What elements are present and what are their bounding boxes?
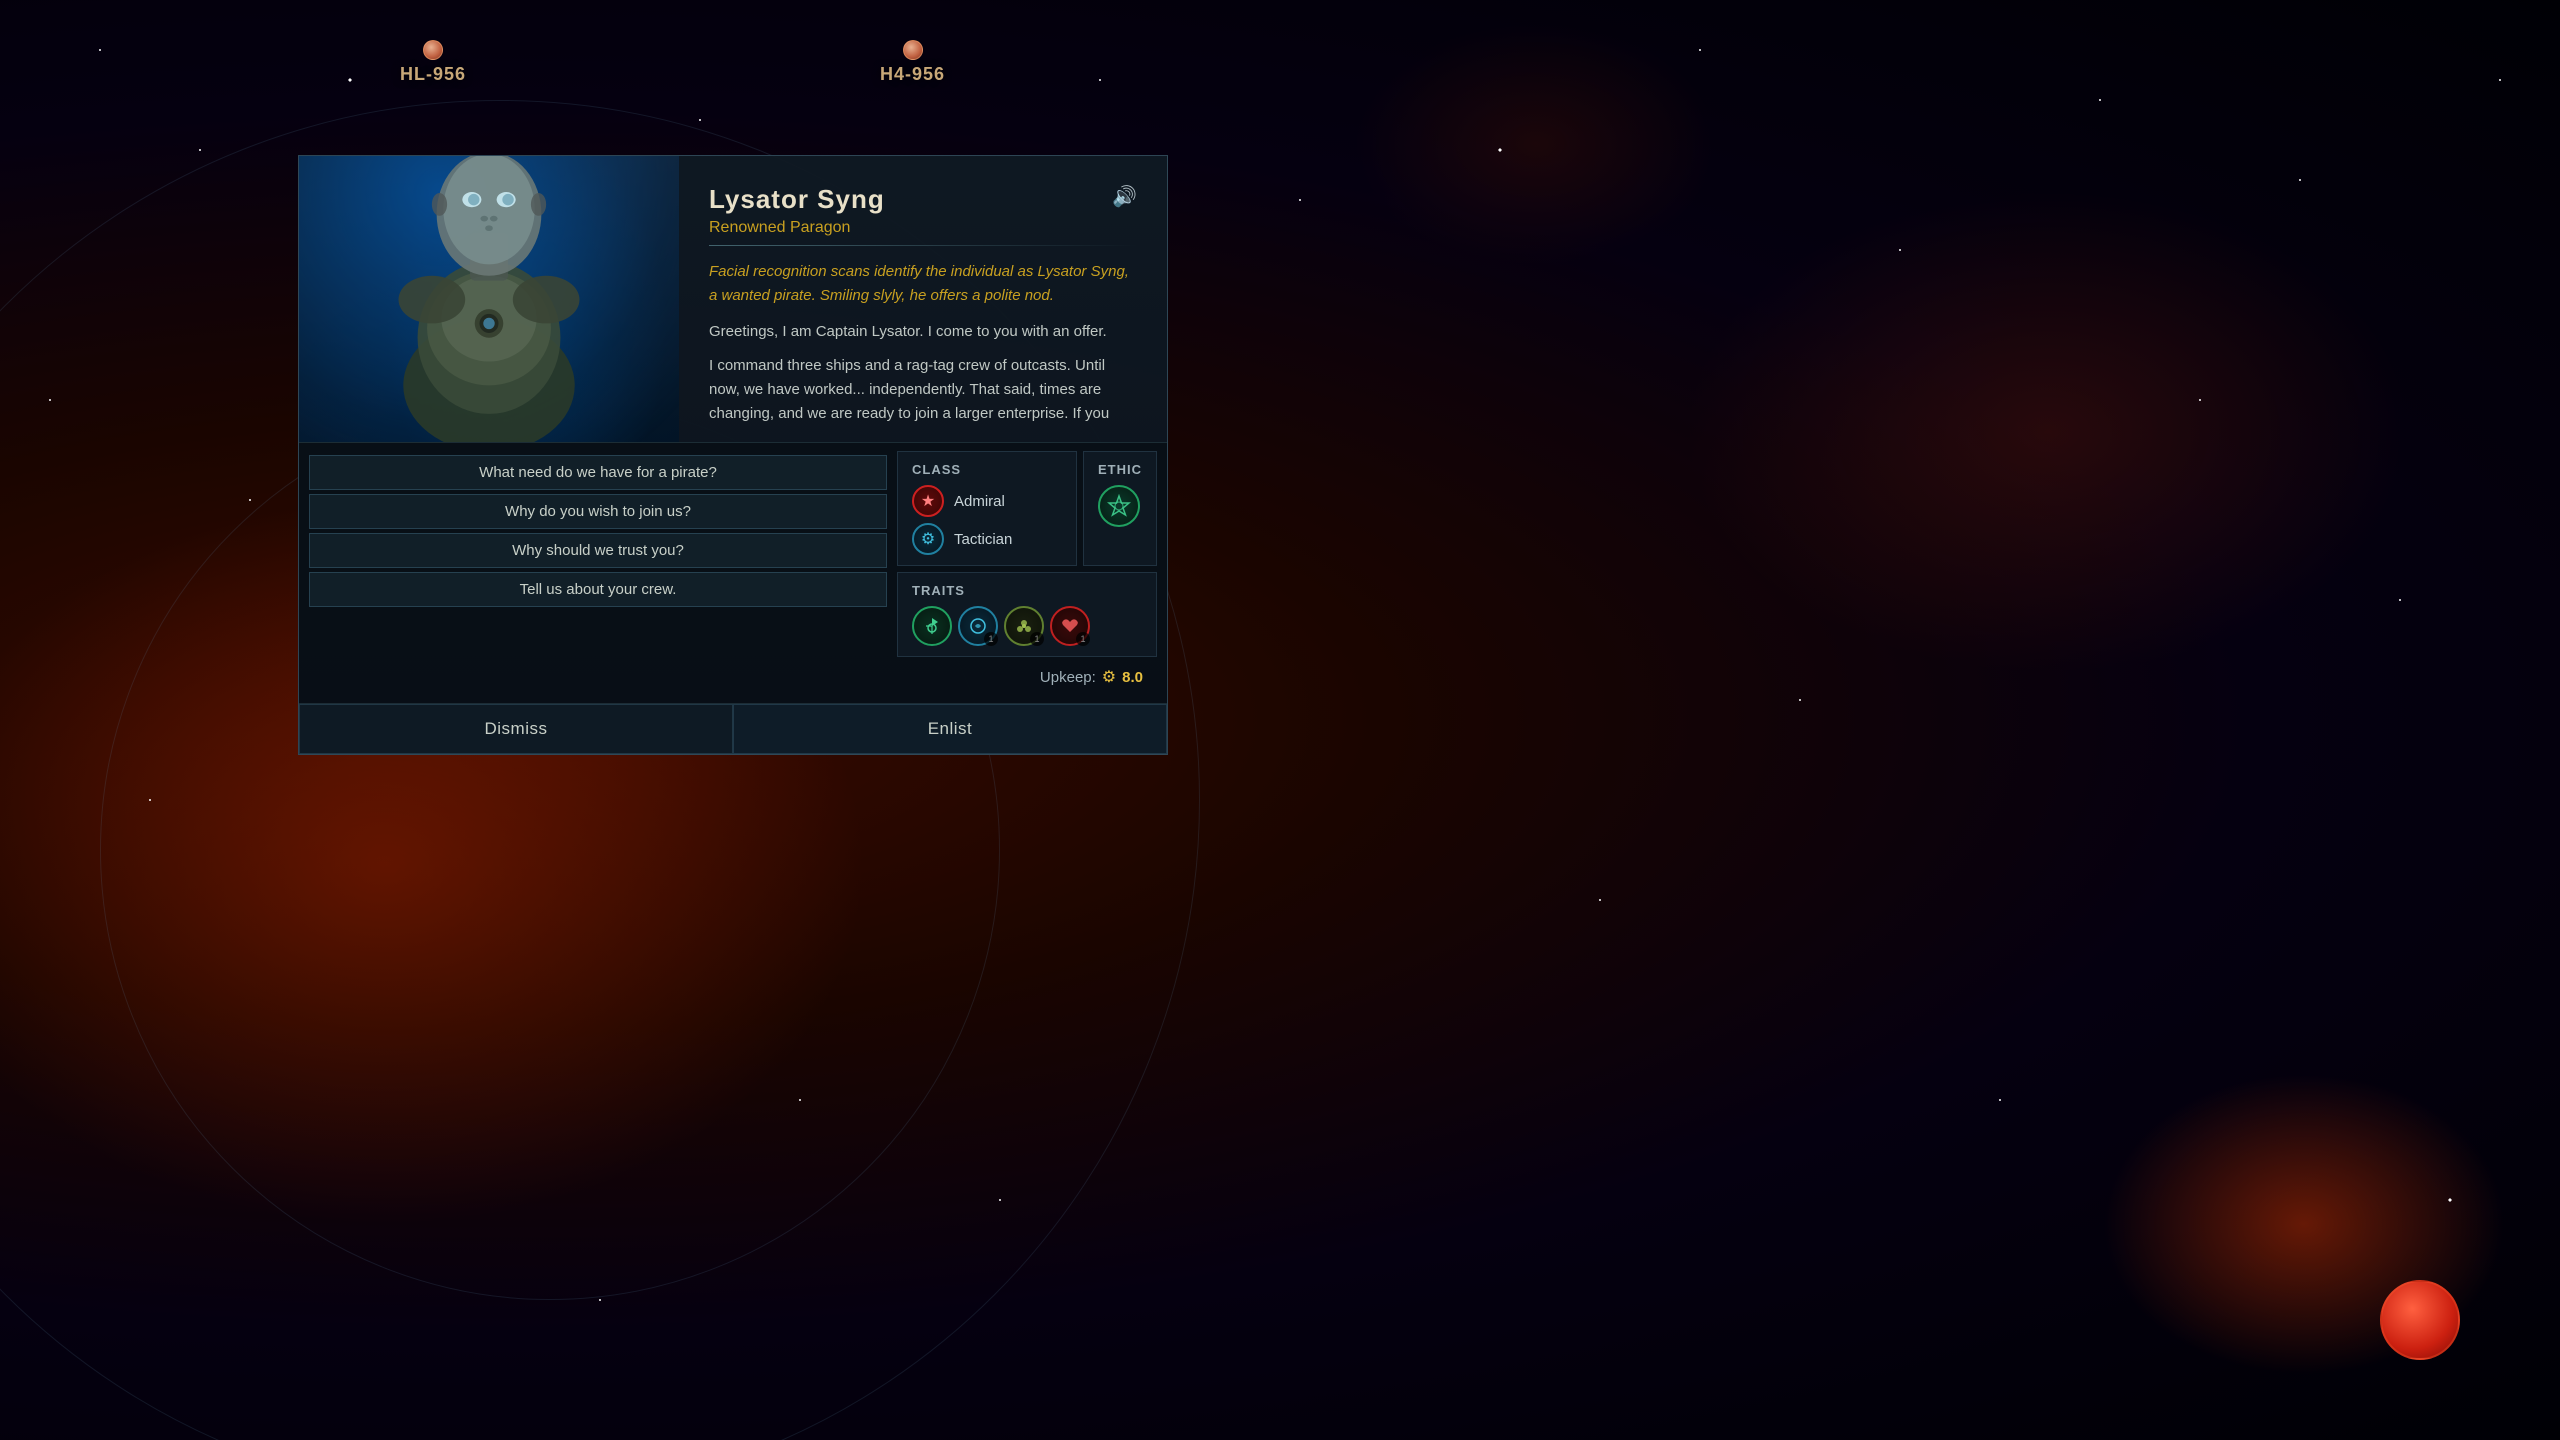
- trait-icon-4: 1: [1050, 606, 1090, 646]
- planet-marker-hl956[interactable]: HL-956: [400, 40, 466, 85]
- right-panel: Class ★ Admiral ⚙ Tactician: [897, 451, 1157, 695]
- content-area: 🔊 Lysator Syng Renowned Paragon Facial r…: [679, 156, 1167, 442]
- ethic-section-title: Ethic: [1098, 462, 1142, 477]
- choices-and-info: What need do we have for a pirate? Why d…: [299, 443, 1167, 703]
- character-name: Lysator Syng: [709, 184, 1137, 215]
- sound-button[interactable]: 🔊: [1112, 184, 1137, 209]
- choices-empty: [309, 611, 887, 671]
- character-dialog: 🔊 Lysator Syng Renowned Paragon Facial r…: [298, 155, 1168, 755]
- character-portrait-svg: [329, 156, 649, 442]
- planet-dot-hl956: [423, 40, 443, 60]
- portrait-area: [299, 156, 679, 442]
- trait-num-2: 1: [984, 632, 998, 646]
- trait-num-4: 1: [1076, 632, 1090, 646]
- class-ethic-panels: Class ★ Admiral ⚙ Tactician: [897, 451, 1157, 566]
- tactician-icon: ⚙: [912, 523, 944, 555]
- admiral-icon: ★: [912, 485, 944, 517]
- class-section-title: Class: [912, 462, 1062, 477]
- enlist-button[interactable]: Enlist: [733, 704, 1167, 754]
- dialogue-highlight: Facial recognition scans identify the in…: [709, 260, 1137, 308]
- choice-button-2[interactable]: Why do you wish to join us?: [309, 494, 887, 529]
- trait-icon-1: [912, 606, 952, 646]
- traits-section: Traits: [897, 572, 1157, 657]
- dialogue-line2: I command three ships and a rag-tag crew…: [709, 354, 1137, 422]
- ethic-icon: [1098, 485, 1140, 527]
- dialog-footer: Dismiss Enlist: [299, 703, 1167, 754]
- class-section: Class ★ Admiral ⚙ Tactician: [897, 451, 1077, 566]
- admiral-label: Admiral: [954, 493, 1005, 510]
- upkeep-value: 8.0: [1122, 669, 1143, 686]
- planet-marker-h4956[interactable]: H4-956: [880, 40, 945, 85]
- dialog-top: 🔊 Lysator Syng Renowned Paragon Facial r…: [299, 156, 1167, 442]
- choice-button-1[interactable]: What need do we have for a pirate?: [309, 455, 887, 490]
- dialogue-text: Facial recognition scans identify the in…: [709, 260, 1137, 422]
- trait-icon-2: 1: [958, 606, 998, 646]
- choice-button-3[interactable]: Why should we trust you?: [309, 533, 887, 568]
- trait-icon-3: 1: [1004, 606, 1044, 646]
- character-title: Renowned Paragon: [709, 219, 1137, 237]
- dialogue-line1: Greetings, I am Captain Lysator. I come …: [709, 320, 1137, 344]
- choices-area: What need do we have for a pirate? Why d…: [309, 451, 887, 695]
- dialog-bottom: What need do we have for a pirate? Why d…: [299, 442, 1167, 754]
- content-divider: [709, 245, 1137, 246]
- planet-label-hl956: HL-956: [400, 64, 466, 85]
- red-planet: [2380, 1280, 2460, 1360]
- upkeep-icon: ⚙: [1102, 667, 1116, 687]
- tactician-label: Tactician: [954, 531, 1012, 548]
- ethic-section: Ethic: [1083, 451, 1157, 566]
- planet-dot-h4956: [903, 40, 923, 60]
- planet-label-h4956: H4-956: [880, 64, 945, 85]
- ethic-symbol: [1107, 494, 1131, 518]
- class-item-admiral: ★ Admiral: [912, 485, 1062, 517]
- upkeep-row: Upkeep: ⚙ 8.0: [897, 663, 1157, 695]
- class-items: ★ Admiral ⚙ Tactician: [912, 485, 1062, 555]
- class-item-tactician: ⚙ Tactician: [912, 523, 1062, 555]
- upkeep-label: Upkeep:: [1040, 669, 1096, 686]
- trait-icons: 1 1: [912, 606, 1142, 646]
- choice-button-4[interactable]: Tell us about your crew.: [309, 572, 887, 607]
- dismiss-button[interactable]: Dismiss: [299, 704, 733, 754]
- traits-section-title: Traits: [912, 583, 1142, 598]
- trait-num-3: 1: [1030, 632, 1044, 646]
